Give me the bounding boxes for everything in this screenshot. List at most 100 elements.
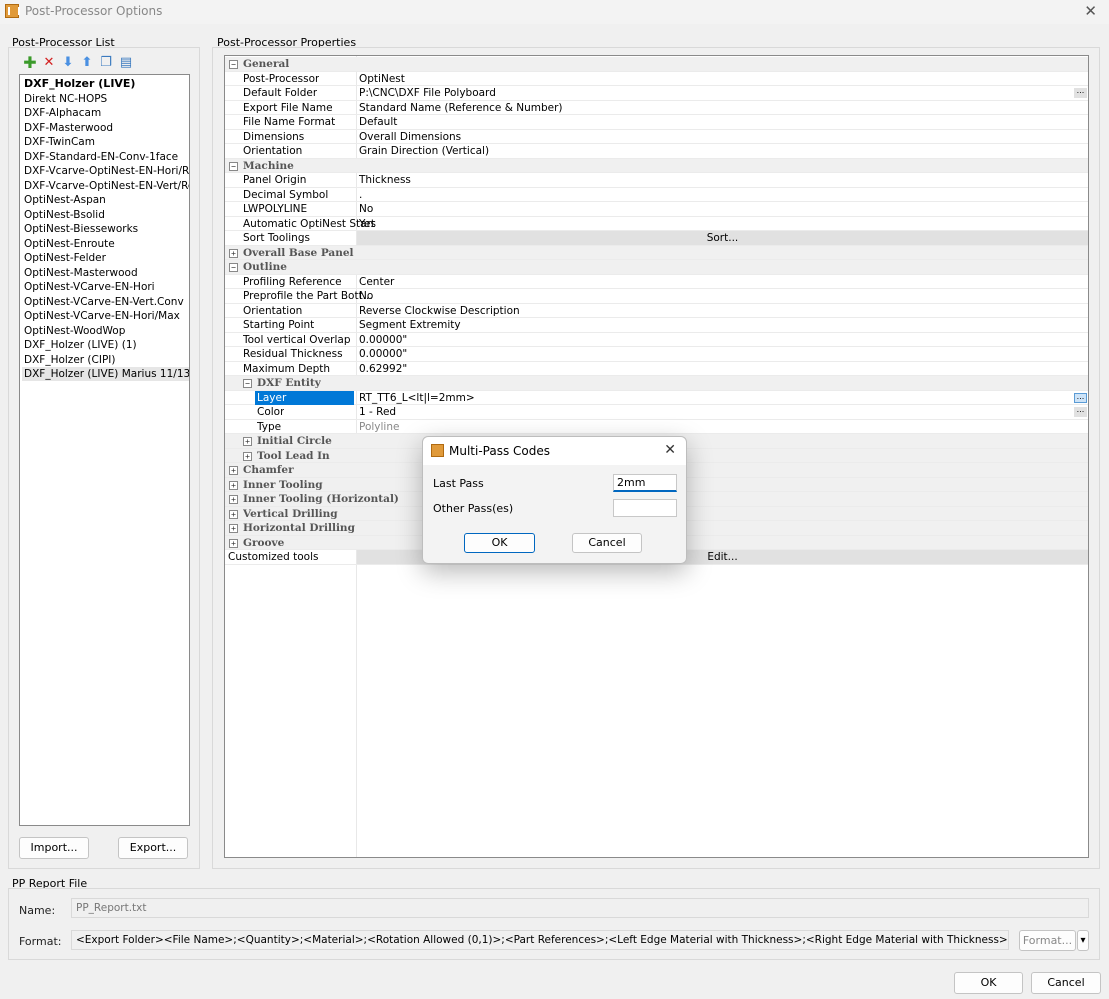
category-row[interactable]: − Machine	[225, 158, 1088, 173]
list-item-selected[interactable]: DXF_Holzer (LIVE) Marius 11/13	[22, 367, 189, 381]
property-value[interactable]: Center	[359, 275, 394, 289]
list-item[interactable]: OptiNest-Felder	[24, 251, 106, 265]
ok-button[interactable]: OK	[954, 972, 1023, 994]
property-row[interactable]: Sort Toolings Sort...	[225, 231, 1088, 246]
last-pass-input[interactable]: 2mm	[613, 474, 677, 492]
list-item[interactable]: OptiNest-Masterwood	[24, 266, 138, 280]
list-item[interactable]: DXF_Holzer (CIPI)	[24, 353, 115, 367]
property-row[interactable]: Export File Name Standard Name (Reference…	[225, 101, 1088, 115]
window-close-icon[interactable]: ✕	[1084, 2, 1097, 20]
property-row[interactable]: Automatic OptiNest Start Yes	[225, 217, 1088, 231]
category-row[interactable]: − General	[225, 57, 1088, 72]
expand-icon[interactable]: +	[229, 509, 238, 519]
expand-icon[interactable]: +	[229, 495, 238, 504]
property-row[interactable]: Tool vertical Overlap 0.00000"	[225, 333, 1088, 347]
list-item[interactable]: DXF-Standard-EN-Conv-1face	[24, 150, 178, 164]
list-item[interactable]: Direkt NC-HOPS	[24, 92, 107, 106]
collapse-icon[interactable]: −	[229, 263, 238, 272]
expand-icon[interactable]: +	[243, 451, 252, 461]
cancel-button[interactable]: Cancel	[1031, 972, 1101, 994]
ellipsis-button[interactable]: ...	[1074, 87, 1087, 98]
list-item[interactable]: OptiNest-Bsolid	[24, 208, 105, 222]
property-value[interactable]: Yes	[359, 217, 376, 231]
property-row[interactable]: Orientation Grain Direction (Vertical)	[225, 144, 1088, 159]
import-button[interactable]: Import...	[19, 837, 89, 859]
list-item[interactable]: OptiNest-Aspan	[24, 193, 106, 207]
list-item[interactable]: DXF-Vcarve-OptiNest-EN-Hori/Re-...	[24, 164, 189, 178]
property-row[interactable]: Type Polyline	[225, 420, 1088, 434]
list-item[interactable]: OptiNest-Enroute	[24, 237, 115, 251]
move-down-icon[interactable]: ⬇	[61, 56, 75, 70]
copy-icon[interactable]: ❐	[99, 56, 113, 70]
add-icon[interactable]: ✚	[23, 55, 37, 71]
property-row[interactable]: Orientation Reverse Clockwise Description	[225, 304, 1088, 318]
collapse-icon[interactable]: −	[229, 161, 238, 171]
list-item[interactable]: DXF_Holzer (LIVE)	[24, 77, 135, 91]
property-value[interactable]: Thickness	[359, 173, 411, 187]
expand-icon[interactable]: +	[229, 524, 238, 533]
report-format-field[interactable]: <Export Folder><File Name>;<Quantity>;<M…	[71, 930, 1009, 950]
property-value[interactable]: Segment Extremity	[359, 318, 461, 332]
property-row[interactable]: Residual Thickness 0.00000"	[225, 347, 1088, 362]
property-row[interactable]: Profiling Reference Center	[225, 275, 1088, 289]
property-value[interactable]: 0.62992"	[359, 362, 407, 376]
property-value[interactable]: .	[359, 188, 362, 202]
property-value[interactable]: RT_TT6_L<lt|l=2mm>	[359, 391, 475, 405]
dialog-close-icon[interactable]: ✕	[664, 442, 676, 458]
expand-icon[interactable]: +	[229, 466, 238, 475]
property-value[interactable]: No	[359, 289, 373, 303]
property-value[interactable]: Standard Name (Reference & Number)	[359, 101, 563, 115]
property-row[interactable]: Default Folder P:\CNC\DXF File Polyboard.…	[225, 86, 1088, 101]
list-item[interactable]: DXF-Masterwood	[24, 121, 113, 135]
property-value[interactable]: Polyline	[359, 420, 399, 434]
delete-icon[interactable]: ✕	[42, 56, 56, 70]
list-item[interactable]: OptiNest-WoodWop	[24, 324, 125, 338]
category-row[interactable]: − Outline	[225, 260, 1088, 275]
list-item[interactable]: OptiNest-Biesseworks	[24, 222, 138, 236]
property-value[interactable]: Default	[359, 115, 397, 129]
list-item[interactable]: OptiNest-VCarve-EN-Hori/Max	[24, 309, 180, 323]
ellipsis-button[interactable]: ...	[1074, 392, 1087, 403]
dialog-cancel-button[interactable]: Cancel	[572, 533, 642, 553]
property-row[interactable]: LWPOLYLINE No	[225, 202, 1088, 217]
expand-icon[interactable]: +	[229, 538, 238, 548]
list-item[interactable]: DXF-TwinCam	[24, 135, 95, 149]
list-item[interactable]: OptiNest-VCarve-EN-Vert.Conv	[24, 295, 184, 309]
export-button[interactable]: Export...	[118, 837, 188, 859]
property-value[interactable]: OptiNest	[359, 72, 405, 86]
list-item[interactable]: DXF-Alphacam	[24, 106, 101, 120]
property-row[interactable]: Decimal Symbol.	[225, 188, 1088, 202]
property-value[interactable]: 0.00000"	[359, 347, 407, 361]
post-processor-list[interactable]: DXF_Holzer (LIVE) Direkt NC-HOPS DXF-Alp…	[19, 74, 190, 826]
property-value[interactable]: Reverse Clockwise Description	[359, 304, 520, 318]
expand-icon[interactable]: +	[229, 248, 238, 258]
property-value[interactable]: 1 - Red	[359, 405, 396, 419]
move-up-icon[interactable]: ⬆	[80, 56, 94, 70]
property-value[interactable]: No	[359, 202, 373, 216]
property-row[interactable]: Color 1 - Red...	[225, 405, 1088, 420]
list-item[interactable]: DXF-Vcarve-OptiNest-EN-Vert/Re-...	[24, 179, 189, 193]
property-row[interactable]: File Name Format Default	[225, 115, 1088, 130]
property-row[interactable]: Panel Origin Thickness	[225, 173, 1088, 188]
property-row[interactable]: Dimensions Overall Dimensions	[225, 130, 1088, 144]
other-pass-input[interactable]	[613, 499, 677, 517]
sort-button[interactable]: Sort...	[357, 231, 1088, 245]
dialog-ok-button[interactable]: OK	[464, 533, 535, 553]
property-value[interactable]: P:\CNC\DXF File Polyboard	[359, 86, 496, 100]
property-value[interactable]: Grain Direction (Vertical)	[359, 144, 489, 158]
property-value[interactable]: Overall Dimensions	[359, 130, 461, 144]
collapse-icon[interactable]: −	[243, 379, 252, 388]
property-value[interactable]: 0.00000"	[359, 333, 407, 347]
format-dropdown-icon[interactable]: ▾	[1077, 930, 1089, 951]
category-row[interactable]: + Overall Base Panel	[225, 245, 1088, 260]
report-name-field[interactable]: PP_Report.txt	[71, 898, 1089, 918]
format-button[interactable]: Format...	[1019, 930, 1076, 951]
property-row[interactable]: Layer RT_TT6_L<lt|l=2mm>...	[225, 390, 1088, 405]
collapse-icon[interactable]: −	[229, 60, 238, 69]
rename-icon[interactable]: ▤	[119, 56, 133, 70]
expand-icon[interactable]: +	[243, 437, 252, 446]
expand-icon[interactable]: +	[229, 480, 238, 490]
property-row[interactable]: Maximum Depth 0.62992"	[225, 362, 1088, 376]
list-item[interactable]: DXF_Holzer (LIVE) (1)	[24, 338, 137, 352]
property-row[interactable]: Post-Processor OptiNest	[225, 72, 1088, 86]
